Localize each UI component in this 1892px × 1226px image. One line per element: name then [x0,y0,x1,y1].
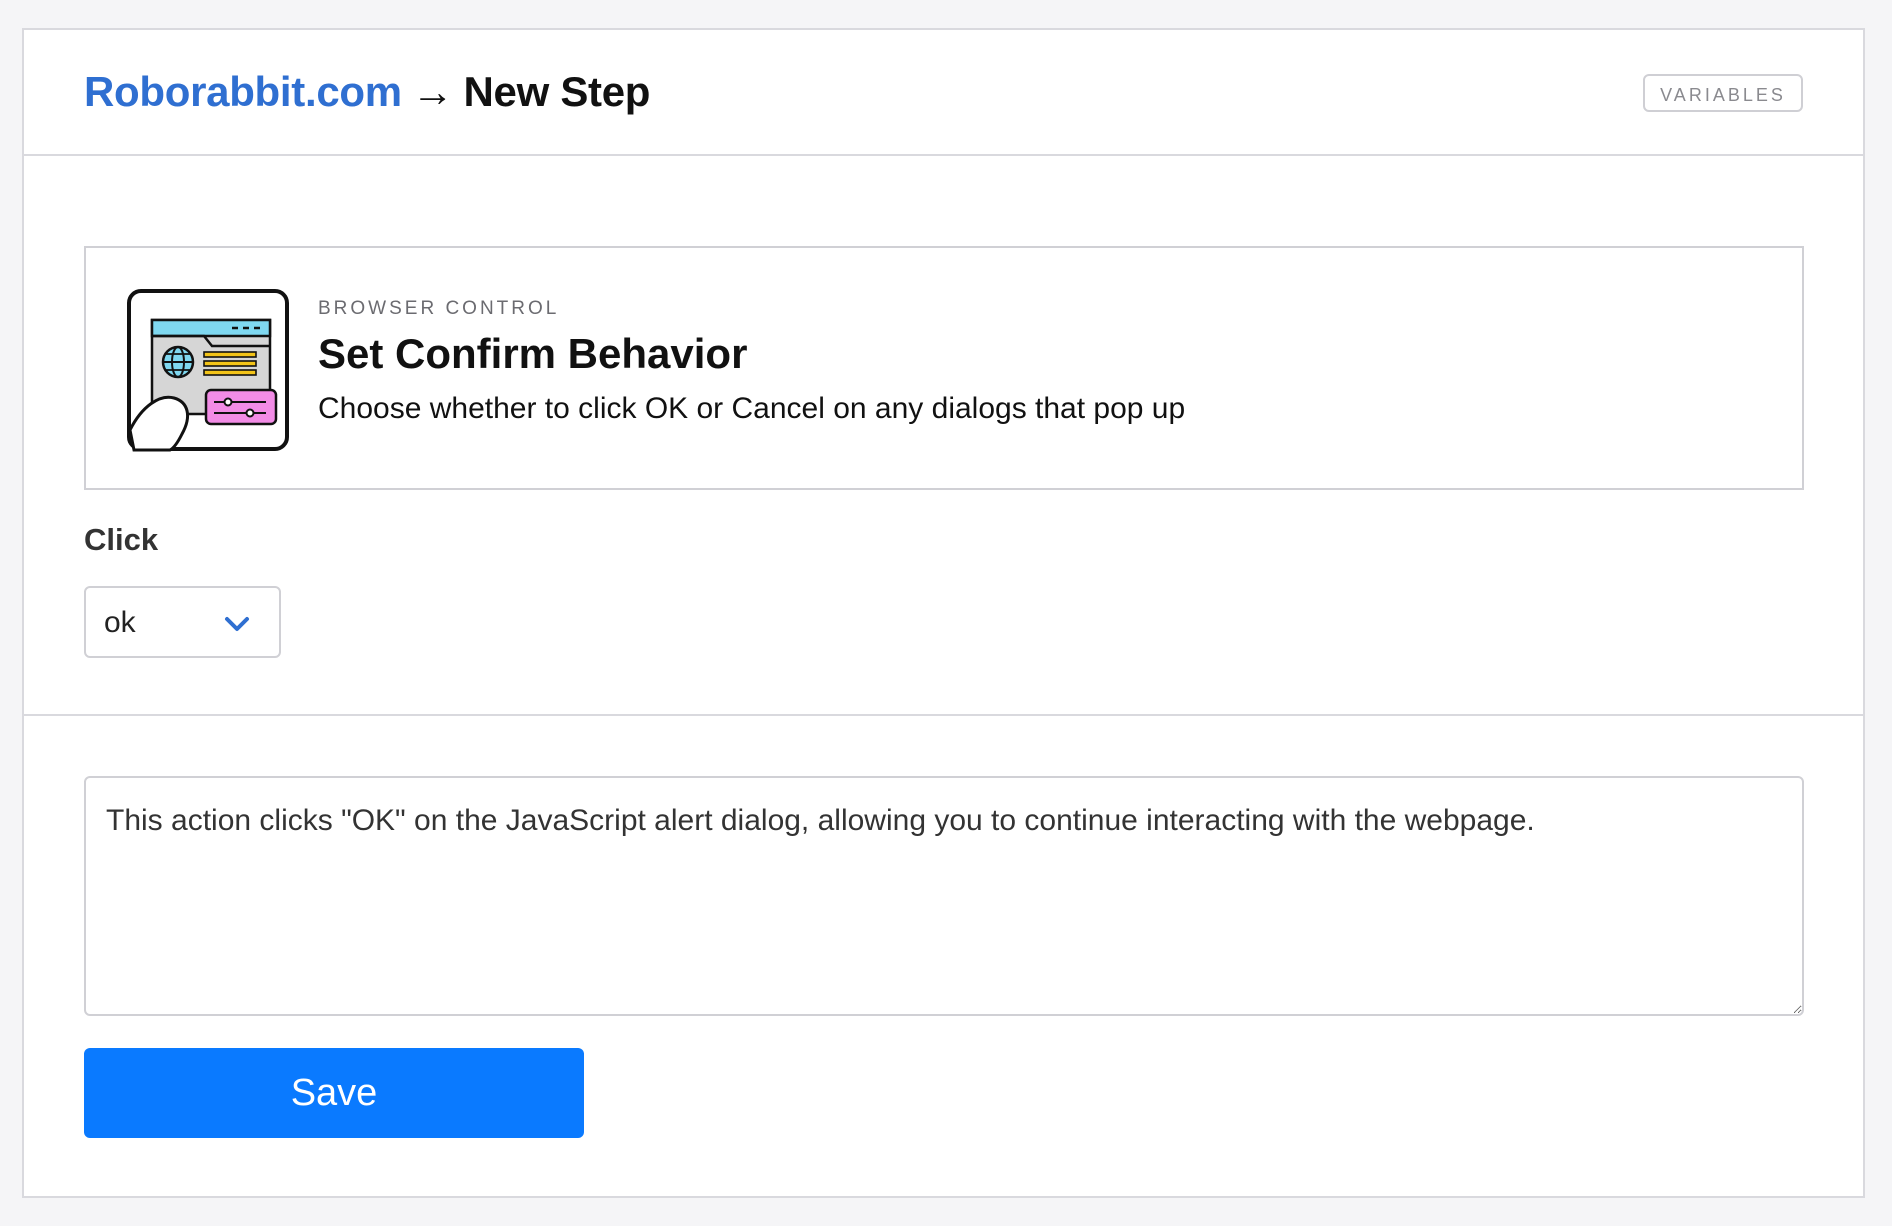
action-card: BROWSER CONTROL Set Confirm Behavior Cho… [84,246,1804,490]
page-title: Roborabbit.com → New Step [84,68,650,116]
browser-dialog-illustration-icon [127,289,289,452]
save-button[interactable]: Save [84,1048,584,1138]
click-select[interactable]: ok [84,586,281,658]
arrow-right-icon: → [411,68,454,115]
variables-button[interactable]: VARIABLES [1643,74,1803,112]
step-note-textarea[interactable]: This action clicks "OK" on the JavaScrip… [84,776,1804,1016]
action-category: BROWSER CONTROL [318,298,560,319]
step-config-section: BROWSER CONTROL Set Confirm Behavior Cho… [24,156,1863,716]
step-editor-card: Roborabbit.com → New Step VARIABLES BROW… [22,28,1865,1198]
site-link[interactable]: Roborabbit.com [84,68,402,115]
click-field-label: Click [84,522,159,557]
chevron-down-icon [225,617,249,631]
action-title: Set Confirm Behavior [318,330,748,377]
action-description: Choose whether to click OK or Cancel on … [318,392,1186,425]
step-title: New Step [463,68,651,115]
header: Roborabbit.com → New Step VARIABLES [24,30,1863,156]
click-select-value: ok [104,606,136,639]
